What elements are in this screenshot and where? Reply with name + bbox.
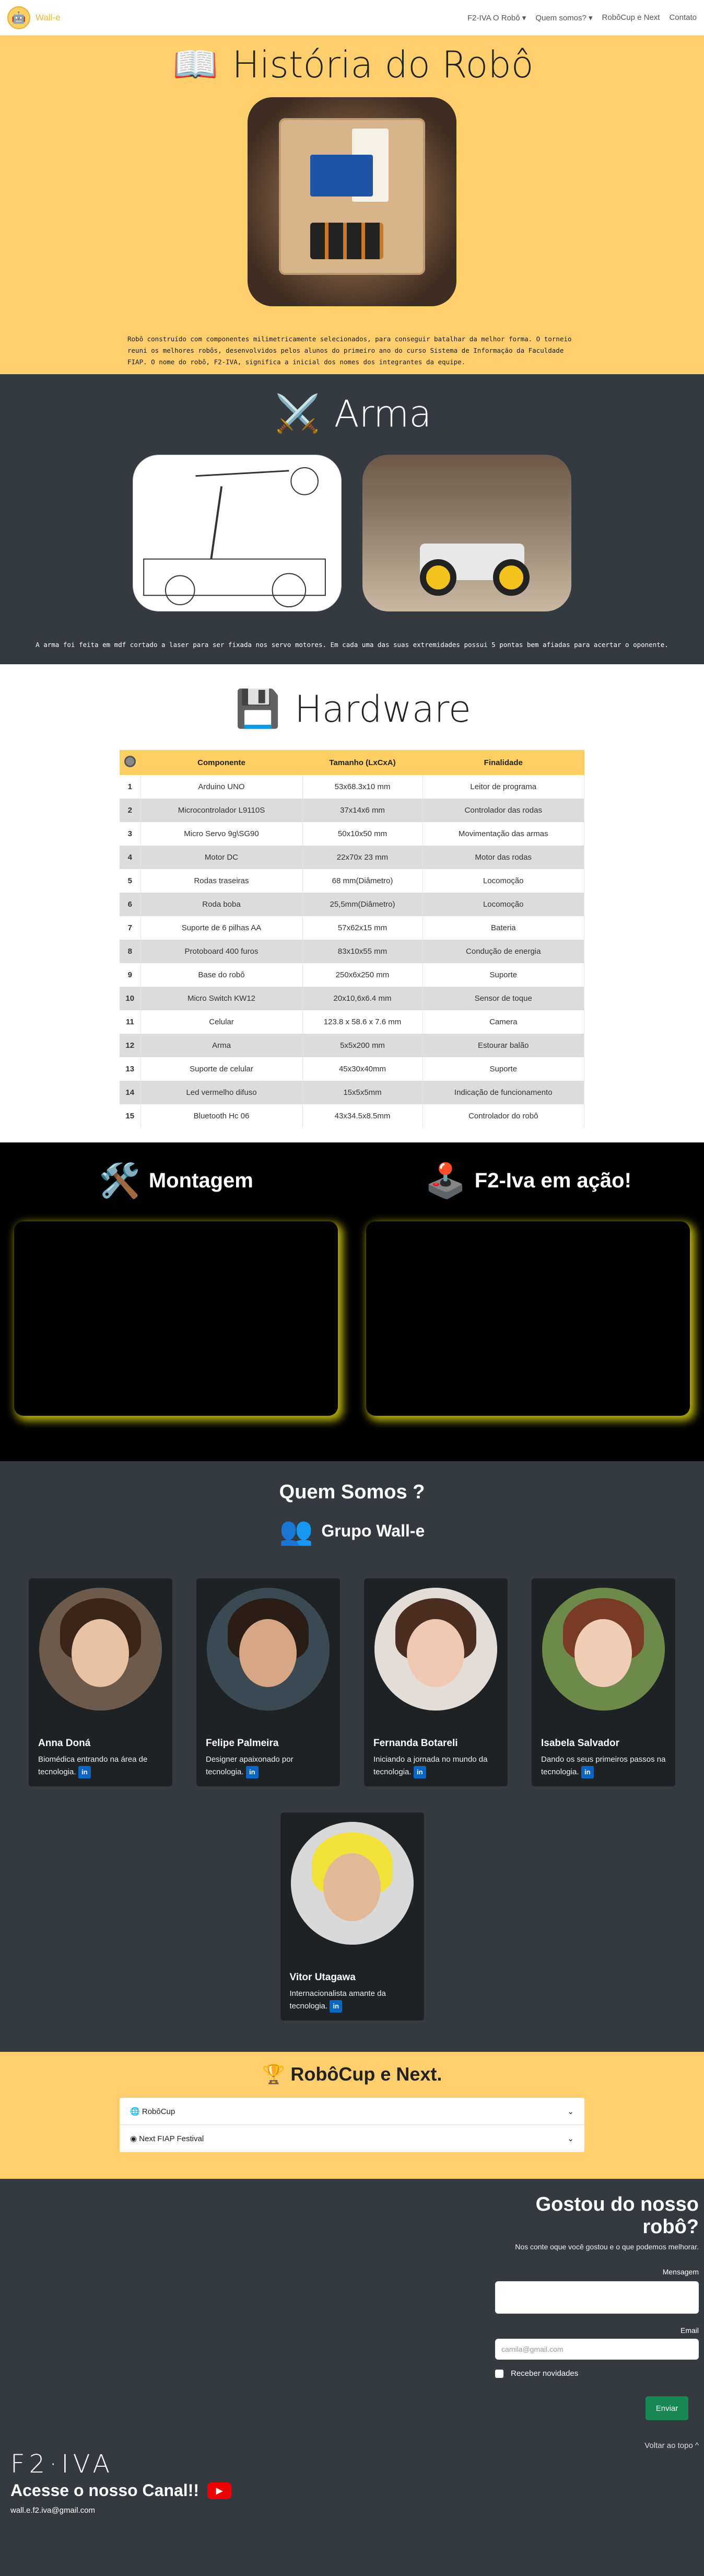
- col-header-tamanho: Tamanho (LxCxA): [302, 750, 423, 775]
- weapon-sketch-image: [133, 455, 342, 611]
- robocup-section: 🏆 RobôCup e Next. 🌐 RobôCup ⌄ ◉ Next FIAP…: [0, 2052, 704, 2179]
- table-row: 2 Microcontrolador L9110S 37x14x6 mm Contro…: [120, 799, 584, 822]
- accordion-item-robocup[interactable]: 🌐 RobôCup ⌄: [120, 2098, 584, 2125]
- group-icon: 👥: [279, 1516, 313, 1546]
- avatar: [39, 1588, 162, 1711]
- message-label: Mensagem: [662, 2268, 699, 2276]
- em-acao-video[interactable]: [366, 1221, 690, 1416]
- linkedin-icon[interactable]: in: [330, 2000, 343, 2013]
- avatar: [374, 1588, 497, 1711]
- newsletter-label: Receber novidades: [511, 2369, 579, 2378]
- navbar: 🤖 Wall-e F2-IVA O Robô ▾ Quem somos? ▾ R…: [0, 0, 704, 36]
- nav-link-robocup[interactable]: RobôCup e Next: [602, 13, 660, 22]
- contact-form: Gostou do nosso robô? Nos conte oque voc…: [490, 2193, 699, 2378]
- videos-section: 🛠️ Montagem 🕹️ F2-Iva em ação!: [0, 1142, 704, 1461]
- arma-title: Arma: [334, 392, 432, 435]
- book-sparkle-icon: 📖: [172, 44, 218, 85]
- robot-weapon-photo: [362, 455, 571, 611]
- team-title: Quem Somos ?: [279, 1481, 425, 1503]
- em-acao-title: F2-Iva em ação!: [474, 1169, 631, 1192]
- member-card: Anna Doná Biomédica entrando na área de …: [29, 1578, 172, 1786]
- send-button[interactable]: Enviar: [646, 2396, 688, 2420]
- history-title: História do Robô: [232, 43, 534, 86]
- table-row: 4 Motor DC 22x70x 23 mm Motor das rodas: [120, 846, 584, 869]
- email-field[interactable]: camila@gmail.com: [495, 2339, 699, 2360]
- robot-logo-icon: 🤖: [7, 6, 30, 29]
- linkedin-icon[interactable]: in: [581, 1766, 594, 1779]
- avatar: [542, 1588, 665, 1711]
- table-row: 7 Suporte de 6 pilhas AA 57x62x15 mm Bateri…: [120, 916, 584, 940]
- back-to-top-link[interactable]: Voltar ao topo ^: [644, 2441, 699, 2450]
- table-row: 6 Roda boba 25,5mm(Diâmetro) Locomoção: [120, 893, 584, 916]
- table-row: 9 Base do robô 250x6x250 mm Suporte: [120, 963, 584, 987]
- col-header-componente: Componente: [140, 750, 302, 775]
- linkedin-icon[interactable]: in: [245, 1766, 259, 1779]
- nav-link-contato[interactable]: Contato: [669, 13, 697, 22]
- brand[interactable]: 🤖 Wall-e: [7, 6, 61, 29]
- footer-section: Gostou do nosso robô? Nos conte oque voc…: [0, 2179, 704, 2576]
- chevron-down-icon: ⌄: [567, 2134, 574, 2143]
- team-subtitle: Grupo Wall-e: [321, 1521, 425, 1540]
- message-field[interactable]: [495, 2281, 699, 2314]
- accordion-item-next[interactable]: ◉ Next FIAP Festival ⌄: [120, 2125, 584, 2152]
- contact-title: Gostou do nosso robô?: [535, 2193, 699, 2238]
- team-section: Quem Somos ? 👥 Grupo Wall-e Anna Doná Bi…: [0, 1461, 704, 2052]
- hardware-section: 💾 Hardware Componente Tamanho (LxCxA) Fi…: [0, 664, 704, 1142]
- trophy-icon: 🏆: [262, 2063, 286, 2085]
- email-label: Email: [680, 2326, 699, 2335]
- footer-email[interactable]: wall.e.f2.iva@gmail.com: [10, 2506, 95, 2515]
- history-section: 📖 História do Robô Robô construído com c…: [0, 36, 704, 374]
- nav-link-quem-somos[interactable]: Quem somos? ▾: [535, 13, 592, 22]
- linkedin-icon[interactable]: in: [413, 1766, 426, 1779]
- avatar: [207, 1588, 330, 1711]
- nav-link-robo[interactable]: F2-IVA O Robô ▾: [467, 13, 526, 22]
- floppy-disk-icon: 💾: [235, 688, 281, 729]
- member-card: Felipe Palmeira Designer apaixonado por …: [196, 1578, 340, 1786]
- channel-text: Acesse o nosso Canal!!: [10, 2481, 199, 2500]
- table-row: 5 Rodas traseiras 68 mm(Diâmetro) Locomoção: [120, 869, 584, 893]
- member-card: Vitor Utagawa Internacionalista amante d…: [280, 1812, 424, 2020]
- table-row: 1 Arduino UNO 53x68.3x10 mm Leitor de progr…: [120, 775, 584, 799]
- chevron-down-icon: ⌄: [567, 2107, 574, 2116]
- weapon-icon: ⚔️: [275, 393, 321, 434]
- robocup-accordion: 🌐 RobôCup ⌄ ◉ Next FIAP Festival ⌄: [120, 2098, 584, 2152]
- col-header-finalidade: Finalidade: [423, 750, 584, 775]
- montagem-title: Montagem: [148, 1169, 253, 1192]
- target-icon: ◉: [130, 2134, 137, 2143]
- brand-name: Wall-e: [36, 12, 61, 22]
- montagem-video[interactable]: [14, 1221, 338, 1416]
- youtube-icon[interactable]: ▶: [207, 2482, 231, 2499]
- game-controller-icon: 🕹️: [425, 1162, 466, 1199]
- nav-links: F2-IVA O Robô ▾ Quem somos? ▾ RobôCup e …: [467, 13, 697, 22]
- globe-icon: 🌐: [130, 2107, 140, 2116]
- table-row: 11 Celular 123.8 x 58.6 x 7.6 mm Camera: [120, 1010, 584, 1034]
- avatar: [290, 1822, 414, 1945]
- history-text: Robô construído com componentes milimetr…: [127, 335, 572, 366]
- table-row: 15 Bluetooth Hc 06 43x34.5x8.5mm Controlado…: [120, 1104, 584, 1128]
- hardware-title: Hardware: [295, 688, 471, 731]
- hardware-table: Componente Tamanho (LxCxA) Finalidade 1A…: [120, 750, 584, 1128]
- f2iva-logo: F2·IVA: [10, 2450, 114, 2479]
- robot-photo: [248, 97, 456, 306]
- arma-section: ⚔️ Arma A arma foi feita em mdf cortado …: [0, 374, 704, 664]
- arma-text: A arma foi feita em mdf cortado a laser …: [36, 641, 668, 649]
- table-row: 8 Protoboard 400 furos 83x10x55 mm Condução…: [120, 940, 584, 963]
- table-row: 12 Arma 5x5x200 mm Estourar balão: [120, 1034, 584, 1057]
- linkedin-icon[interactable]: in: [78, 1766, 91, 1779]
- table-row: 13 Suporte de celular 45x30x40mm Suporte: [120, 1057, 584, 1081]
- tools-icon: 🛠️: [99, 1162, 140, 1199]
- gear-icon: [120, 750, 140, 775]
- table-row: 3 Micro Servo 9g\SG90 50x10x50 mm Movimenta…: [120, 822, 584, 846]
- table-row: 10 Micro Switch KW12 20x10,6x6.4 mm Sensor …: [120, 987, 584, 1010]
- member-card: Isabela Salvador Dando os seus primeiros…: [532, 1578, 675, 1786]
- member-card: Fernanda Botareli Iniciando a jornada no…: [364, 1578, 508, 1786]
- newsletter-checkbox[interactable]: [495, 2369, 503, 2378]
- contact-subtitle: Nos conte oque você gostou e o que podem…: [515, 2243, 699, 2251]
- robocup-title: RobôCup e Next.: [290, 2063, 442, 2085]
- table-row: 14 Led vermelho difuso 15x5x5mm Indicação d…: [120, 1081, 584, 1104]
